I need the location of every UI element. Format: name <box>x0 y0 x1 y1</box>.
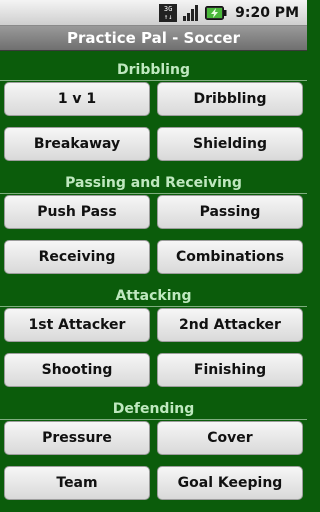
network-3g-icon: 3G ↑↓ <box>159 3 178 22</box>
drill-button-team[interactable]: Team <box>4 466 150 500</box>
section-divider <box>0 193 307 194</box>
network-label-bottom: ↑↓ <box>163 12 173 21</box>
section-header-dribbling: Dribbling <box>117 62 190 78</box>
drill-button-finishing[interactable]: Finishing <box>157 353 303 387</box>
drill-button-push-pass[interactable]: Push Pass <box>4 195 150 229</box>
drill-button-shooting[interactable]: Shooting <box>4 353 150 387</box>
drill-button-goal-keeping[interactable]: Goal Keeping <box>157 466 303 500</box>
drill-button-breakaway[interactable]: Breakaway <box>4 127 150 161</box>
drill-button-1st-attacker[interactable]: 1st Attacker <box>4 308 150 342</box>
drill-button-pressure[interactable]: Pressure <box>4 421 150 455</box>
section-divider <box>0 419 307 420</box>
drill-button-combinations[interactable]: Combinations <box>157 240 303 274</box>
app-title: Practice Pal - Soccer <box>0 26 307 51</box>
section-header-passing-and-receiving: Passing and Receiving <box>65 175 242 191</box>
drill-button-1v1[interactable]: 1 v 1 <box>4 82 150 116</box>
drill-button-2nd-attacker[interactable]: 2nd Attacker <box>157 308 303 342</box>
network-label-top: 3G <box>163 4 173 13</box>
drill-button-dribbling[interactable]: Dribbling <box>157 82 303 116</box>
status-bar: 3G ↑↓ 9:20 PM <box>0 0 307 26</box>
section-divider <box>0 80 307 81</box>
drill-button-passing[interactable]: Passing <box>157 195 303 229</box>
drill-button-shielding[interactable]: Shielding <box>157 127 303 161</box>
section-header-defending: Defending <box>112 401 195 417</box>
section-header-attacking: Attacking <box>115 288 192 304</box>
section-divider <box>0 306 307 307</box>
clock: 9:20 PM <box>235 4 299 21</box>
drill-button-cover[interactable]: Cover <box>157 421 303 455</box>
signal-strength-icon <box>183 4 199 21</box>
status-icons: 3G ↑↓ 9:20 PM <box>159 2 299 23</box>
drill-button-receiving[interactable]: Receiving <box>4 240 150 274</box>
drill-menu: Dribbling 1 v 1 Dribbling Breakaway Shie… <box>0 51 307 512</box>
battery-charging-icon <box>205 5 227 20</box>
